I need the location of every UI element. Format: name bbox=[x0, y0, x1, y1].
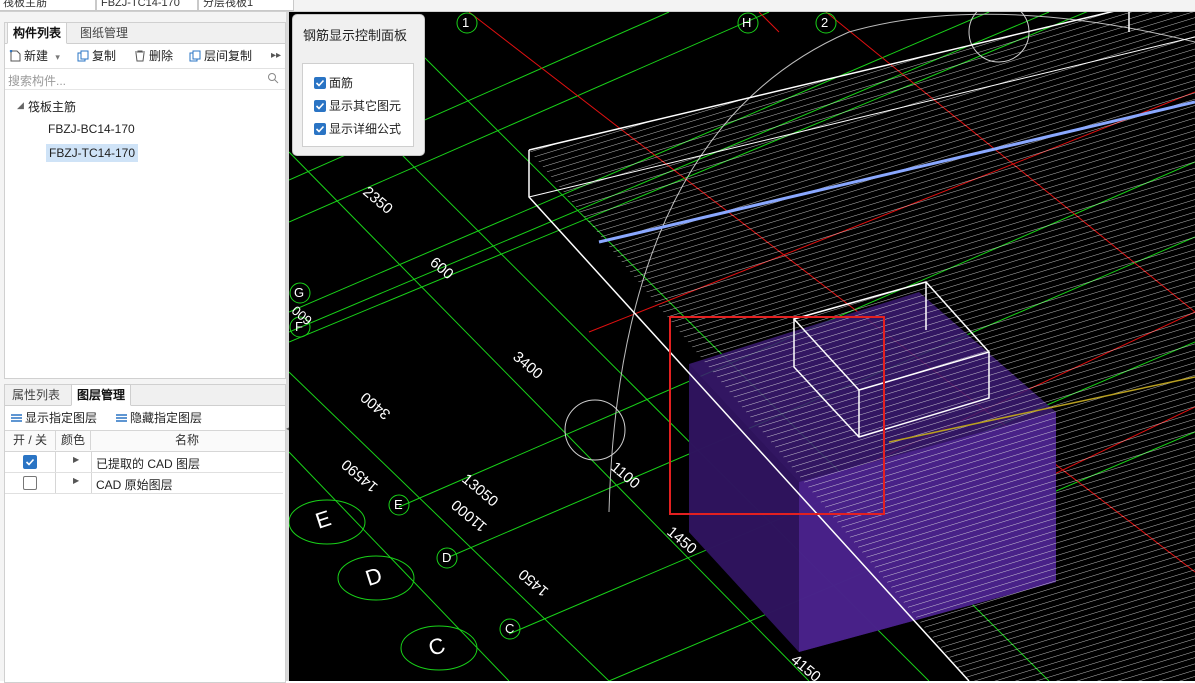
show-layer-button[interactable]: 显示指定图层 bbox=[10, 410, 97, 426]
floor-copy-button[interactable]: 层间复制 bbox=[189, 48, 252, 64]
component-toolbar: 新建 ▾ 复制 删除 层间复制 ▸▸ bbox=[5, 44, 285, 69]
axis-label: H bbox=[742, 15, 752, 30]
table-row[interactable]: ▶ CAD 原始图层 bbox=[5, 473, 283, 494]
layer-select[interactable]: 分层筏板1 bbox=[198, 0, 294, 11]
component-panel: ✕ 构件列表 图纸管理 新建 ▾ 复制 删除 层间复制 ▸▸ 搜索构件... bbox=[4, 22, 286, 379]
layer-panel: ✕ 属性列表 图层管理 显示指定图层 隐藏指定图层 开 / 关 颜色 名称 ▶ … bbox=[4, 384, 286, 683]
axis-label: D bbox=[442, 550, 452, 565]
checkbox-checked-icon[interactable] bbox=[314, 100, 326, 112]
delete-button-label: 删除 bbox=[149, 49, 174, 63]
layer-name: 已提取的 CAD 图层 bbox=[96, 457, 201, 471]
hide-layer-label: 隐藏指定图层 bbox=[130, 411, 203, 425]
search-input[interactable]: 搜索构件... bbox=[8, 72, 66, 89]
option-show-other-elements[interactable]: 显示其它图元 bbox=[314, 97, 401, 114]
layer-tabs: 属性列表 图层管理 bbox=[5, 384, 285, 406]
search-icon[interactable] bbox=[267, 72, 279, 87]
tree-root[interactable]: 筏板主筋 bbox=[28, 98, 76, 115]
option-label: 显示详细公式 bbox=[329, 122, 402, 136]
rebar-display-control-panel: 钢筋显示控制面板 面筋 显示其它图元 显示详细公式 bbox=[292, 14, 425, 156]
tree-item-bc[interactable]: FBZJ-BC14-170 bbox=[48, 122, 135, 136]
option-label: 面筋 bbox=[329, 76, 354, 90]
tree-item-tc[interactable]: FBZJ-TC14-170 bbox=[46, 144, 139, 162]
new-file-icon bbox=[9, 49, 21, 62]
col-color: 颜色 bbox=[56, 431, 91, 450]
tree-expand-icon[interactable]: ◢ bbox=[17, 100, 24, 111]
more-icon[interactable]: ▸▸ bbox=[271, 48, 281, 64]
layer-grid-body: ▶ 已提取的 CAD 图层 ▶ CAD 原始图层 bbox=[5, 452, 285, 512]
new-button-label: 新建 bbox=[24, 49, 49, 63]
axis-label: 1 bbox=[462, 15, 470, 30]
copy-button-label: 复制 bbox=[92, 49, 117, 63]
axis-label: C bbox=[505, 621, 515, 636]
checkbox-checked-icon[interactable] bbox=[314, 77, 326, 89]
tab-property-list[interactable]: 属性列表 bbox=[7, 385, 65, 405]
table-row[interactable]: ▶ 已提取的 CAD 图层 bbox=[5, 452, 283, 473]
option-label: 显示其它图元 bbox=[329, 99, 402, 113]
floor-copy-icon bbox=[189, 50, 201, 62]
component-search[interactable]: 搜索构件... bbox=[5, 69, 285, 90]
layer-toolbar: 显示指定图层 隐藏指定图层 bbox=[5, 406, 285, 431]
tab-component-list[interactable]: 构件列表 bbox=[7, 22, 68, 44]
expand-arrow-icon[interactable]: ▶ bbox=[73, 455, 79, 464]
hide-layer-button[interactable]: 隐藏指定图层 bbox=[115, 410, 202, 426]
copy-button[interactable]: 复制 bbox=[77, 48, 116, 64]
option-show-detailed-formula[interactable]: 显示详细公式 bbox=[314, 120, 401, 137]
new-button[interactable]: 新建 ▾ bbox=[9, 48, 60, 64]
axis-label: G bbox=[294, 285, 305, 300]
trash-icon bbox=[134, 50, 146, 62]
component-tabs: 构件列表 图纸管理 bbox=[5, 22, 285, 44]
layer-grid-header: 开 / 关 颜色 名称 bbox=[5, 431, 285, 452]
component-select[interactable]: FBZJ-TC14-170 bbox=[96, 0, 198, 11]
delete-button[interactable]: 删除 bbox=[134, 48, 173, 64]
col-on-off: 开 / 关 bbox=[5, 431, 56, 450]
chevron-down-icon[interactable]: ▾ bbox=[55, 52, 60, 62]
component-type-select[interactable]: 筏板主筋 bbox=[0, 0, 96, 11]
expand-arrow-icon[interactable]: ▶ bbox=[73, 476, 79, 485]
left-pane: ✕ 构件列表 图纸管理 新建 ▾ 复制 删除 层间复制 ▸▸ 搜索构件... bbox=[0, 12, 286, 683]
layer-toggle-checkbox[interactable] bbox=[23, 455, 37, 469]
layer-toggle-checkbox[interactable] bbox=[23, 476, 37, 490]
control-panel-options: 面筋 显示其它图元 显示详细公式 bbox=[302, 63, 414, 147]
layers-icon bbox=[10, 412, 22, 424]
tab-layer-management[interactable]: 图层管理 bbox=[71, 384, 132, 406]
top-toolbar: 筏板主筋 FBZJ-TC14-170 分层筏板1 bbox=[0, 0, 1195, 12]
circle-marker bbox=[564, 399, 626, 461]
layers-icon bbox=[115, 412, 127, 424]
axis-label: E bbox=[394, 497, 403, 512]
control-panel-title: 钢筋显示控制面板 bbox=[303, 28, 408, 43]
tab-drawing-management[interactable]: 图纸管理 bbox=[75, 23, 133, 43]
floor-copy-button-label: 层间复制 bbox=[204, 49, 253, 63]
component-tree: ◢ 筏板主筋 FBZJ-BC14-170 FBZJ-TC14-170 bbox=[5, 90, 285, 370]
col-name: 名称 bbox=[174, 433, 199, 447]
show-layer-label: 显示指定图层 bbox=[25, 411, 98, 425]
copy-icon bbox=[77, 50, 89, 62]
layer-name: CAD 原始图层 bbox=[96, 478, 173, 492]
checkbox-checked-icon[interactable] bbox=[314, 123, 326, 135]
option-top-rebar[interactable]: 面筋 bbox=[314, 74, 353, 91]
axis-label: 2 bbox=[821, 15, 829, 30]
